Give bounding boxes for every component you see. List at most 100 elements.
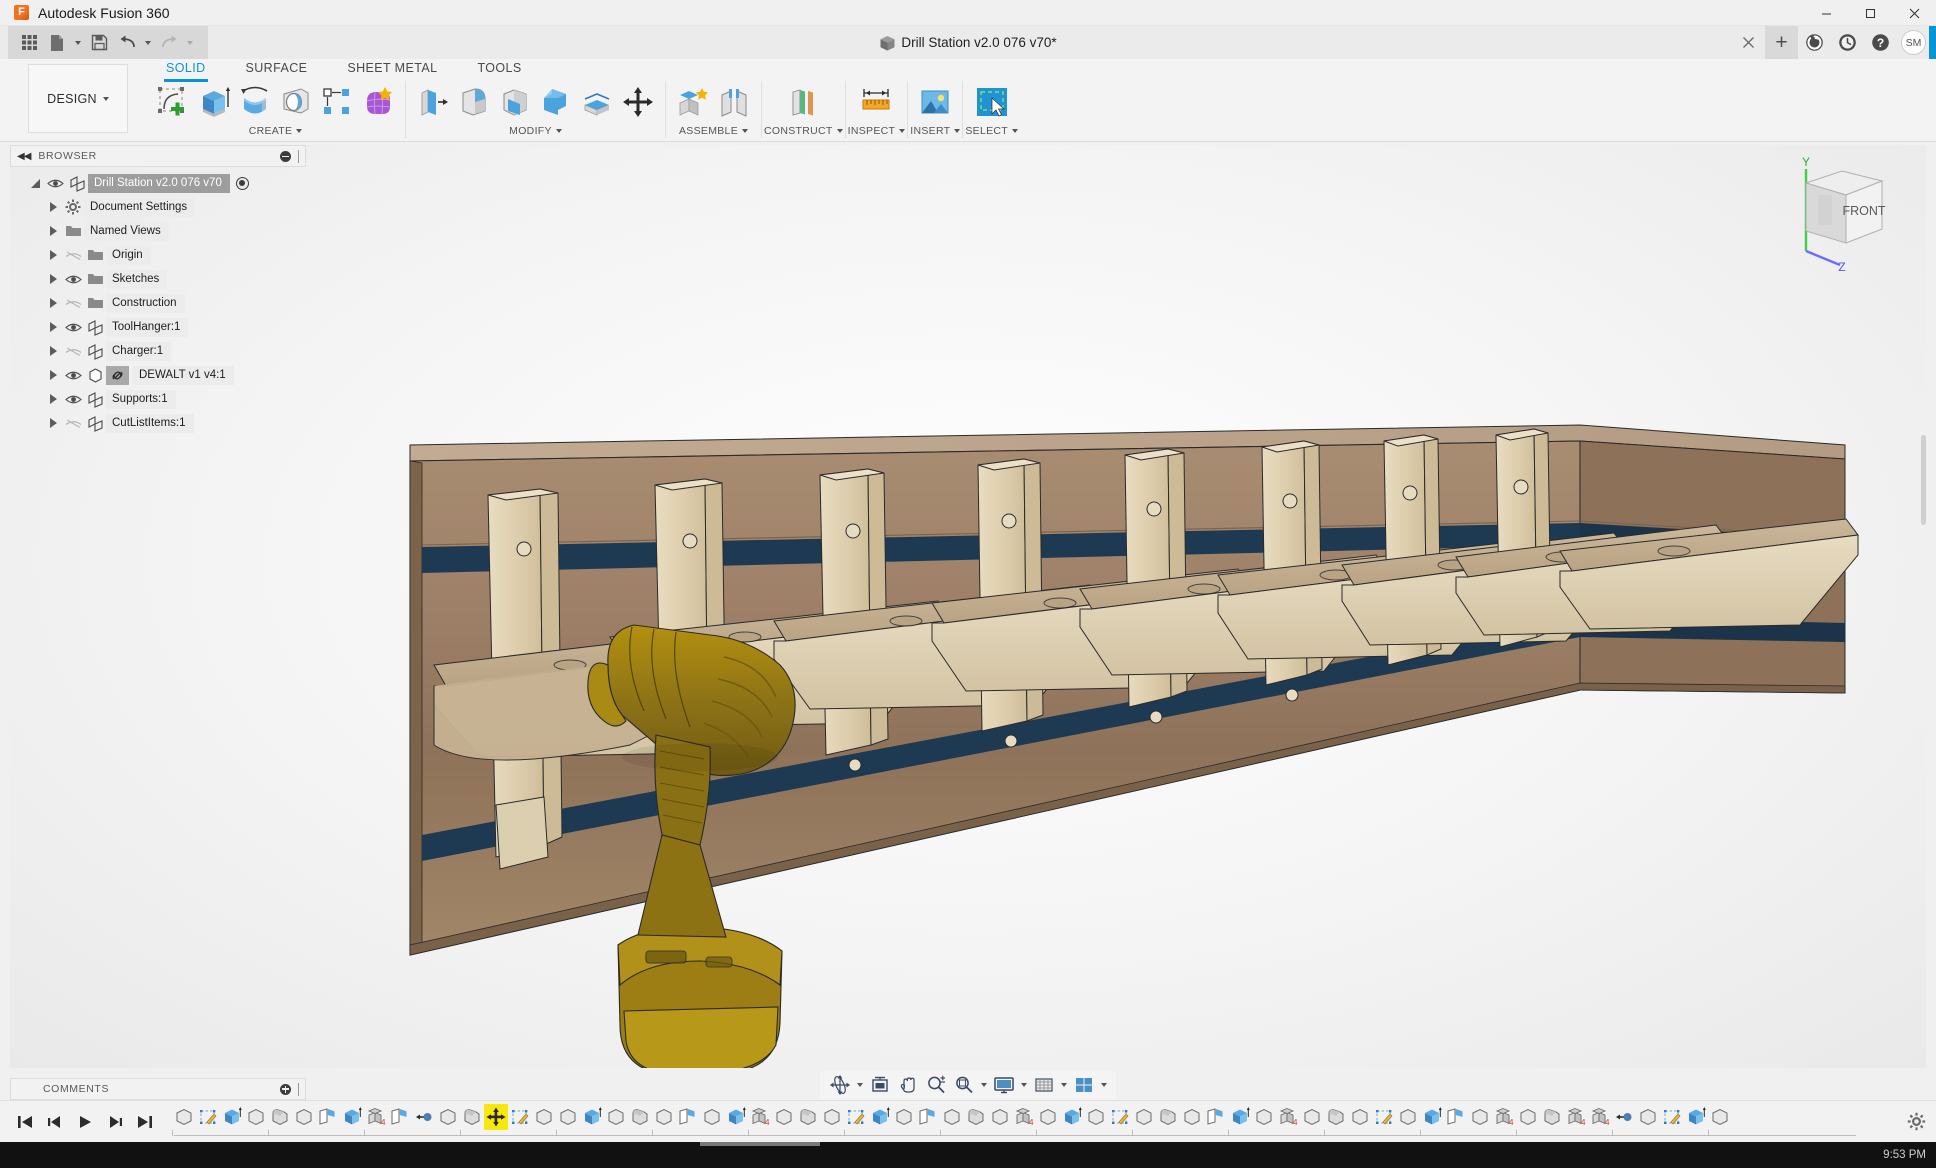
timeline-feature-component[interactable]: 4 (1012, 1104, 1036, 1130)
timeline-feature-move[interactable] (484, 1103, 508, 1130)
timeline-feature-plane[interactable] (1444, 1104, 1468, 1130)
visibility-hidden-icon[interactable] (62, 292, 84, 314)
timeline-feature-extrude[interactable] (868, 1104, 892, 1130)
pattern-icon[interactable] (317, 82, 357, 122)
tab-solid[interactable]: SOLID (146, 59, 226, 82)
play-icon[interactable] (72, 1109, 98, 1135)
go-to-end-icon[interactable] (132, 1109, 158, 1135)
timeline-feature-fillet[interactable] (796, 1104, 820, 1130)
timeline-feature-body[interactable] (1396, 1104, 1420, 1130)
timeline-feature-body[interactable] (1084, 1104, 1108, 1130)
timeline-feature-sketch[interactable] (1660, 1104, 1684, 1130)
panel-label-select[interactable]: SELECT (965, 123, 1019, 138)
timeline-feature-sketch[interactable] (1108, 1104, 1132, 1130)
timeline-feature-body[interactable] (820, 1104, 844, 1130)
expand-triangle-icon[interactable] (46, 248, 60, 262)
timeline-feature-fillet[interactable] (1540, 1104, 1564, 1130)
timeline-feature-body[interactable] (1636, 1104, 1660, 1130)
timeline-feature-plane[interactable] (316, 1104, 340, 1130)
app-grid-icon[interactable] (16, 30, 42, 56)
panel-label-create[interactable]: CREATE (249, 123, 303, 138)
timeline-feature-extrude[interactable] (1228, 1104, 1252, 1130)
maximize-button[interactable] (1848, 0, 1892, 26)
tree-row-toolhanger[interactable]: ToolHanger:1 (10, 315, 306, 339)
step-forward-icon[interactable] (102, 1109, 128, 1135)
display-settings-icon[interactable] (990, 1072, 1018, 1098)
timeline-feature-component[interactable]: 4 (1276, 1104, 1300, 1130)
timeline-feature-body[interactable] (1180, 1104, 1204, 1130)
timeline-feature-plane[interactable] (676, 1104, 700, 1130)
timeline-feature-extrude[interactable] (220, 1104, 244, 1130)
redo-caret-icon[interactable] (184, 30, 196, 56)
timeline-feature-fillet[interactable] (460, 1104, 484, 1130)
tree-label[interactable]: CutListItems:1 (106, 413, 194, 433)
expand-triangle-icon[interactable] (46, 320, 60, 334)
timeline-feature-sketch[interactable] (196, 1104, 220, 1130)
redo-icon[interactable] (156, 30, 182, 56)
visibility-hidden-icon[interactable] (62, 412, 84, 434)
panel-label-assemble[interactable]: ASSEMBLE (679, 123, 748, 138)
timeline-feature-component[interactable]: 4 (364, 1104, 388, 1130)
timeline-feature-sketch[interactable] (844, 1104, 868, 1130)
timeline-feature-sketch[interactable] (508, 1104, 532, 1130)
tab-surface[interactable]: SURFACE (226, 59, 328, 79)
timeline-feature-body[interactable] (988, 1104, 1012, 1130)
tab-tools[interactable]: TOOLS (457, 59, 541, 79)
visibility-eye-icon[interactable] (62, 388, 84, 410)
display-settings-caret-icon[interactable] (1018, 1072, 1030, 1098)
timeline-feature-extrude[interactable] (724, 1104, 748, 1130)
tree-label[interactable]: Named Views (84, 221, 169, 241)
grid-snaps-icon[interactable] (1030, 1072, 1058, 1098)
recent-clock-icon[interactable] (1831, 26, 1864, 59)
timeline-feature-body[interactable] (1468, 1104, 1492, 1130)
timeline-feature-plane[interactable] (916, 1104, 940, 1130)
tree-row-origin[interactable]: Origin (10, 243, 306, 267)
expand-triangle-icon[interactable] (46, 296, 60, 310)
viewports-icon[interactable] (1070, 1072, 1098, 1098)
job-status-icon[interactable] (1798, 26, 1831, 59)
pan-icon[interactable] (894, 1072, 922, 1098)
tree-row-root[interactable]: Drill Station v2.0 076 v70 (10, 171, 306, 195)
panel-label-insert[interactable]: INSERT (910, 123, 961, 138)
tree-label[interactable]: ToolHanger:1 (106, 317, 189, 337)
new-component-icon[interactable] (673, 82, 713, 122)
expand-triangle-icon[interactable] (46, 344, 60, 358)
tree-label[interactable]: Charger:1 (106, 341, 172, 361)
grid-snaps-caret-icon[interactable] (1058, 1072, 1070, 1098)
timeline-feature-body[interactable] (1300, 1104, 1324, 1130)
tree-label[interactable]: Origin (106, 245, 151, 265)
file-menu-caret-icon[interactable] (72, 30, 84, 56)
activate-component-radio[interactable] (235, 176, 249, 190)
browser-resize-grip[interactable] (298, 149, 299, 163)
timeline-feature-body[interactable] (604, 1104, 628, 1130)
timeline-feature-fillet[interactable] (268, 1104, 292, 1130)
timeline-feature-body[interactable] (1036, 1104, 1060, 1130)
timeline-settings-icon[interactable] (1896, 1112, 1936, 1131)
tree-row-dewalt[interactable]: DEWALT v1 v4:1 (10, 363, 306, 387)
undo-icon[interactable] (114, 30, 140, 56)
timeline-feature-body[interactable] (1516, 1104, 1540, 1130)
select-window-icon[interactable] (972, 82, 1012, 122)
timeline-feature-fillet[interactable] (964, 1104, 988, 1130)
timeline-feature-extrude[interactable] (1060, 1104, 1084, 1130)
extrude-icon[interactable] (194, 82, 234, 122)
tree-label[interactable]: Sketches (106, 269, 168, 289)
visibility-eye-icon[interactable] (62, 364, 84, 386)
zoom-icon[interactable] (922, 1072, 950, 1098)
close-button[interactable] (1892, 0, 1936, 26)
timeline-feature-extrude[interactable] (340, 1104, 364, 1130)
timeline-feature-plane[interactable] (1204, 1104, 1228, 1130)
create-sketch-icon[interactable] (153, 82, 193, 122)
expand-triangle-icon[interactable] (46, 392, 60, 406)
timeline-feature-body[interactable] (940, 1104, 964, 1130)
shell-icon[interactable] (536, 82, 576, 122)
user-avatar[interactable]: SM (1901, 30, 1926, 55)
offset-plane-icon[interactable] (783, 82, 823, 122)
close-document-icon[interactable] (1732, 26, 1765, 59)
timeline-feature-body[interactable] (1132, 1104, 1156, 1130)
expand-triangle-icon[interactable] (46, 200, 60, 214)
timeline-feature-plane[interactable] (388, 1104, 412, 1130)
browser-minimize-icon[interactable] (280, 150, 291, 162)
timeline-feature-body[interactable] (532, 1104, 556, 1130)
timeline-feature-component[interactable]: 4 (1564, 1104, 1588, 1130)
